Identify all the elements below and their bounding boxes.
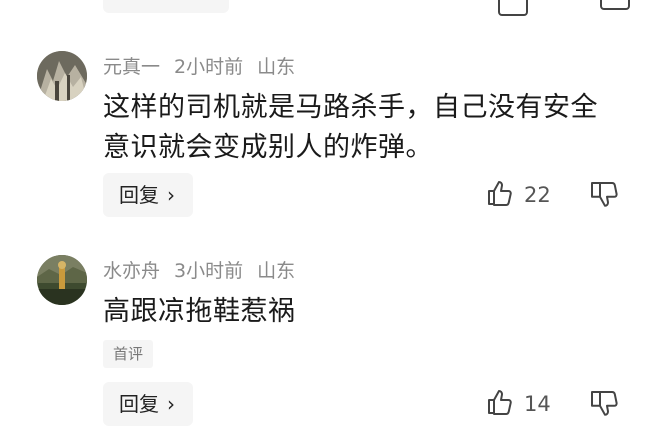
like-count: 14 (524, 392, 551, 416)
username[interactable]: 元真一 (103, 56, 160, 78)
previous-reply-button[interactable] (103, 0, 229, 13)
first-comment-badge: 首评 (103, 340, 154, 368)
thumbs-up-icon (488, 390, 512, 415)
comment-meta: 元真一 2小时前 山东 (103, 54, 309, 80)
like-button[interactable]: 14 (486, 385, 576, 425)
chevron-right-icon: › (167, 392, 175, 416)
reply-button[interactable]: 回复 › (103, 382, 193, 426)
reply-label: 回复 (119, 392, 159, 416)
thumbs-up-icon (488, 181, 512, 206)
timestamp: 3小时前 (174, 260, 244, 282)
thumbs-down-icon (591, 182, 618, 207)
comment-feed: 元真一 2小时前 山东 这样的司机就是马路杀手，自己没有安全意识就会变成别人的炸弹。… (0, 0, 660, 431)
thumbs-down-icon (591, 391, 618, 416)
chevron-right-icon: › (167, 183, 175, 207)
comment-text: 高跟凉拖鞋惹祸 (103, 296, 296, 327)
avatar[interactable] (37, 255, 87, 305)
reply-button[interactable]: 回复 › (103, 173, 193, 217)
dislike-button[interactable] (590, 176, 622, 216)
previous-like-icon[interactable] (498, 0, 528, 16)
username[interactable]: 水亦舟 (103, 260, 160, 282)
avatar[interactable] (37, 51, 87, 101)
previous-dislike-icon[interactable] (600, 0, 630, 10)
comment-text: 这样的司机就是马路杀手，自己没有安全意识就会变成别人的炸弹。 (103, 92, 598, 163)
comment-meta: 水亦舟 3小时前 山东 (103, 258, 309, 284)
location: 山东 (257, 56, 296, 78)
dislike-button[interactable] (590, 385, 622, 425)
like-button[interactable]: 22 (486, 176, 576, 216)
reply-label: 回复 (119, 183, 159, 207)
like-count: 22 (524, 183, 551, 207)
location: 山东 (257, 260, 296, 282)
timestamp: 2小时前 (174, 56, 244, 78)
